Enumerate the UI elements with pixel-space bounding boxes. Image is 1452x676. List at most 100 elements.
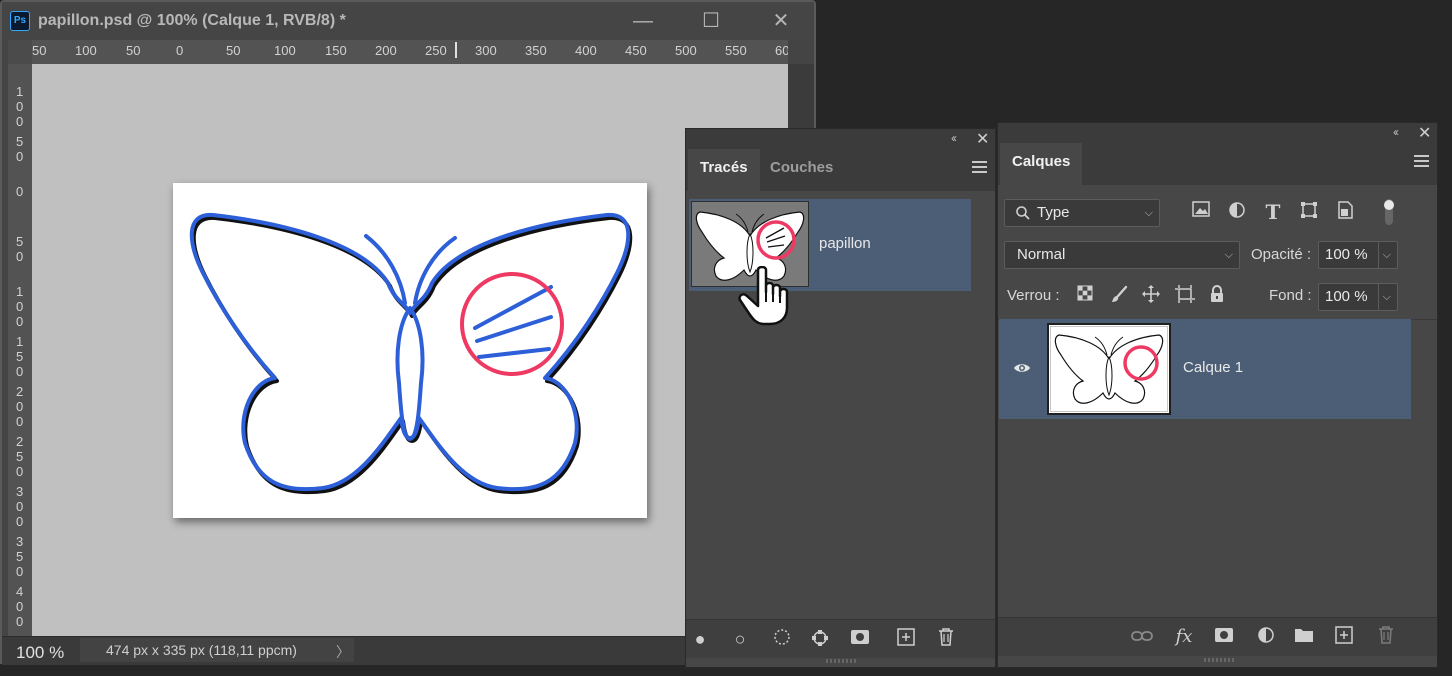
paths-tab-bar: Tracés Couches bbox=[686, 149, 995, 191]
lock-label: Verrou : bbox=[1007, 287, 1060, 304]
group-folder-icon[interactable] bbox=[1292, 626, 1316, 648]
add-mask-icon[interactable] bbox=[848, 628, 872, 650]
path-name: papillon bbox=[819, 235, 871, 252]
add-mask-icon[interactable] bbox=[1212, 626, 1236, 648]
fill-path-icon[interactable]: ● bbox=[688, 628, 712, 650]
panel-header[interactable]: ‹‹ ✕ bbox=[686, 129, 995, 149]
ruler-label: 50 bbox=[226, 43, 241, 58]
lock-all-icon[interactable] bbox=[1206, 285, 1228, 307]
ruler-label: 0 bbox=[176, 43, 184, 58]
adjustment-layer-icon[interactable] bbox=[1254, 626, 1278, 648]
stroke-path-icon[interactable]: ○ bbox=[728, 628, 752, 650]
layer-row[interactable]: Calque 1 bbox=[999, 319, 1411, 419]
document-info[interactable]: 474 px x 335 px (118,11 ppcm) bbox=[80, 638, 354, 662]
photoshop-logo-icon: Ps bbox=[10, 11, 30, 31]
minimize-icon[interactable]: — bbox=[628, 8, 658, 34]
canvas-area[interactable] bbox=[32, 64, 788, 636]
resize-grip[interactable] bbox=[1204, 658, 1234, 662]
blend-mode-dropdown[interactable]: Normal ⌵ bbox=[1004, 241, 1240, 269]
search-icon bbox=[1015, 200, 1031, 230]
ruler-label: 100 bbox=[75, 43, 97, 58]
ruler-label: 150 bbox=[325, 43, 347, 58]
tab-paths[interactable]: Tracés bbox=[688, 149, 760, 191]
ruler-label: 0 bbox=[16, 184, 24, 199]
ruler-label: 100 bbox=[16, 84, 24, 129]
collapse-panel-icon[interactable]: ‹‹ bbox=[951, 131, 957, 145]
ruler-label: 350 bbox=[16, 534, 24, 579]
fill-label: Fond : bbox=[1269, 287, 1312, 304]
ruler-label: 50 bbox=[16, 134, 24, 164]
butterfly-artwork bbox=[189, 212, 633, 495]
ruler-label: 50 bbox=[16, 234, 24, 264]
lock-image-icon[interactable] bbox=[1108, 285, 1130, 307]
delete-layer-icon[interactable] bbox=[1374, 626, 1398, 648]
ruler-label: 50 bbox=[126, 43, 141, 58]
vertical-ruler[interactable]: 100 50 0 50 100 150 200 250 300 350 400 bbox=[8, 64, 32, 636]
resize-grip[interactable] bbox=[826, 659, 856, 663]
image-filter-icon[interactable] bbox=[1190, 201, 1212, 223]
ruler-label: 200 bbox=[16, 384, 24, 429]
layers-panel: ‹‹ ✕ Calques Type ⌵ T Normal ⌵ Opacité :… bbox=[997, 122, 1438, 668]
ruler-label: 300 bbox=[475, 43, 497, 58]
lock-position-icon[interactable] bbox=[1140, 285, 1162, 307]
panel-menu-icon[interactable] bbox=[1414, 155, 1429, 170]
ruler-label: 100 bbox=[274, 43, 296, 58]
close-icon[interactable]: ✕ bbox=[766, 8, 796, 34]
close-panel-icon[interactable]: ✕ bbox=[976, 129, 989, 149]
shape-filter-icon[interactable] bbox=[1298, 201, 1320, 223]
panel-menu-icon[interactable] bbox=[972, 161, 987, 176]
ruler-label: 550 bbox=[725, 43, 747, 58]
ruler-label: 400 bbox=[575, 43, 597, 58]
collapse-panel-icon[interactable]: ‹‹ bbox=[1393, 125, 1399, 139]
panel-header[interactable]: ‹‹ ✕ bbox=[998, 123, 1437, 143]
lock-artboard-icon[interactable] bbox=[1174, 285, 1196, 307]
filter-toggle-icon[interactable] bbox=[1382, 197, 1396, 227]
link-layers-icon[interactable] bbox=[1130, 626, 1154, 648]
chevron-down-icon: ⌵ bbox=[1377, 242, 1391, 268]
delete-path-icon[interactable] bbox=[934, 628, 958, 650]
status-menu-arrow-icon[interactable]: 〉 bbox=[336, 642, 350, 662]
ruler-label: 500 bbox=[675, 43, 697, 58]
chevron-down-icon: ⌵ bbox=[1144, 207, 1153, 219]
hand-pointer-cursor-icon bbox=[738, 265, 808, 328]
load-selection-icon[interactable] bbox=[770, 628, 794, 650]
make-work-path-icon[interactable] bbox=[808, 628, 832, 650]
opacity-field[interactable]: 100 % ⌵ bbox=[1318, 241, 1398, 269]
fill-field[interactable]: 100 % ⌵ bbox=[1318, 283, 1398, 311]
paths-panel: ‹‹ ✕ Tracés Couches papillon ● ○ bbox=[685, 128, 996, 668]
chevron-down-icon: ⌵ bbox=[1377, 284, 1391, 310]
artboard[interactable] bbox=[173, 183, 647, 518]
type-filter-icon[interactable]: T bbox=[1262, 201, 1284, 223]
path-item[interactable]: papillon bbox=[689, 199, 971, 291]
horizontal-ruler[interactable]: 50 100 50 0 50 100 150 200 250 300 350 4… bbox=[8, 40, 788, 65]
ruler-corner[interactable] bbox=[8, 40, 32, 64]
opacity-label: Opacité : bbox=[1251, 246, 1312, 263]
maximize-icon[interactable]: ☐ bbox=[696, 8, 726, 34]
layers-footer: fx bbox=[998, 617, 1437, 656]
close-panel-icon[interactable]: ✕ bbox=[1418, 123, 1431, 143]
adjustment-filter-icon[interactable] bbox=[1226, 201, 1248, 223]
zoom-level[interactable]: 100 % bbox=[16, 643, 64, 663]
new-path-icon[interactable] bbox=[894, 628, 918, 650]
ruler-label: 300 bbox=[16, 484, 24, 529]
tab-layers[interactable]: Calques bbox=[1000, 143, 1083, 185]
layer-thumbnail bbox=[1047, 323, 1171, 415]
tab-channels[interactable]: Couches bbox=[758, 149, 845, 191]
fx-icon[interactable]: fx bbox=[1172, 626, 1196, 648]
filter-type-dropdown[interactable]: Type ⌵ bbox=[1004, 199, 1160, 227]
ruler-label: 100 bbox=[16, 284, 24, 329]
ruler-label: 150 bbox=[16, 334, 24, 379]
paths-footer: ● ○ bbox=[686, 619, 995, 658]
ruler-label: 450 bbox=[625, 43, 647, 58]
lock-transparency-icon[interactable] bbox=[1074, 285, 1096, 307]
new-layer-icon[interactable] bbox=[1332, 626, 1356, 648]
chevron-down-icon: ⌵ bbox=[1224, 249, 1233, 261]
layers-tab-bar: Calques bbox=[998, 143, 1437, 185]
smart-object-filter-icon[interactable] bbox=[1334, 201, 1356, 223]
ruler-label: 250 bbox=[16, 434, 24, 479]
ruler-label: 350 bbox=[525, 43, 547, 58]
ruler-label: 60 bbox=[775, 43, 788, 58]
eye-visibility-icon[interactable] bbox=[1013, 359, 1031, 377]
layer-name[interactable]: Calque 1 bbox=[1183, 359, 1243, 376]
document-title-bar[interactable]: Ps papillon.psd @ 100% (Calque 1, RVB/8)… bbox=[2, 2, 814, 40]
